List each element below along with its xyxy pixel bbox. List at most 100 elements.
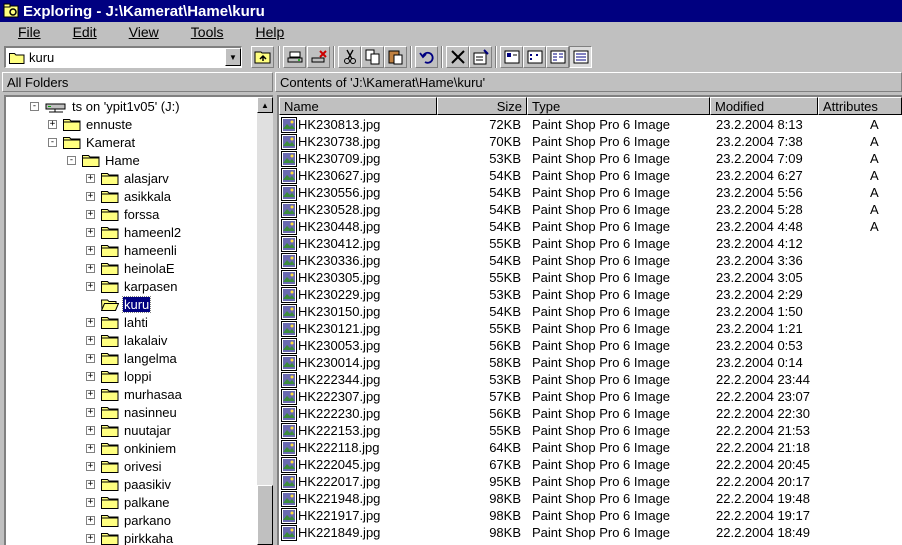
small-icons-view-button[interactable] bbox=[523, 46, 546, 68]
expand-icon[interactable]: + bbox=[86, 407, 95, 417]
tree-item-heinolae[interactable]: + heinolaE bbox=[86, 259, 176, 277]
expand-icon[interactable]: + bbox=[86, 191, 95, 201]
tree-item-pirkkaha[interactable]: + pirkkaha bbox=[86, 529, 174, 545]
expand-icon[interactable]: + bbox=[86, 461, 95, 471]
file-row[interactable]: HK222045.jpg 67KB Paint Shop Pro 6 Image 22… bbox=[279, 456, 902, 473]
tree-item-forssa[interactable]: + forssa bbox=[86, 205, 160, 223]
menu-file[interactable]: File bbox=[0, 24, 55, 40]
expand-icon[interactable]: + bbox=[48, 119, 57, 129]
folder-tree[interactable]: ▲ - ts on 'ypit1v05' (J:) + ennuste - Kamerat… bbox=[4, 95, 273, 545]
tree-item-ennuste[interactable]: + ennuste bbox=[48, 115, 133, 133]
column-header-size[interactable]: Size bbox=[437, 97, 527, 115]
large-icons-view-button[interactable] bbox=[500, 46, 523, 68]
tree-item-hameenli[interactable]: + hameenli bbox=[86, 241, 178, 259]
address-combo[interactable]: kuru ▼ bbox=[4, 46, 242, 68]
paste-button[interactable] bbox=[384, 46, 407, 68]
tree-item-lahti[interactable]: + lahti bbox=[86, 313, 149, 331]
expand-icon[interactable]: + bbox=[86, 317, 95, 327]
up-folder-button[interactable] bbox=[251, 46, 274, 68]
expand-icon[interactable]: + bbox=[86, 353, 95, 363]
file-row[interactable]: HK230448.jpg 54KB Paint Shop Pro 6 Image 23… bbox=[279, 218, 902, 235]
expand-icon[interactable]: + bbox=[86, 533, 95, 543]
file-row[interactable]: HK222307.jpg 57KB Paint Shop Pro 6 Image 22… bbox=[279, 388, 902, 405]
expand-icon[interactable]: + bbox=[86, 245, 95, 255]
list-view-button[interactable] bbox=[546, 46, 569, 68]
collapse-icon[interactable]: - bbox=[48, 137, 57, 147]
expand-icon[interactable]: + bbox=[86, 281, 95, 291]
tree-item-parkano[interactable]: + parkano bbox=[86, 511, 172, 529]
tree-item-langelma[interactable]: + langelma bbox=[86, 349, 178, 367]
file-list[interactable]: Name Size Type Modified Attributes HK230… bbox=[277, 95, 902, 545]
file-row[interactable]: HK230053.jpg 56KB Paint Shop Pro 6 Image 23… bbox=[279, 337, 902, 354]
map-drive-button[interactable] bbox=[283, 46, 306, 68]
column-header-modified[interactable]: Modified bbox=[710, 97, 818, 115]
menu-view[interactable]: View bbox=[111, 24, 173, 40]
copy-button[interactable] bbox=[361, 46, 384, 68]
file-row[interactable]: HK230556.jpg 54KB Paint Shop Pro 6 Image 23… bbox=[279, 184, 902, 201]
file-row[interactable]: HK230813.jpg 72KB Paint Shop Pro 6 Image 23… bbox=[279, 116, 902, 133]
file-row[interactable]: HK230336.jpg 54KB Paint Shop Pro 6 Image 23… bbox=[279, 252, 902, 269]
cut-button[interactable] bbox=[338, 46, 361, 68]
tree-item-murhasaa[interactable]: + murhasaa bbox=[86, 385, 183, 403]
tree-item-asikkala[interactable]: + asikkala bbox=[86, 187, 172, 205]
properties-button[interactable] bbox=[469, 46, 492, 68]
file-row[interactable]: HK222344.jpg 53KB Paint Shop Pro 6 Image 22… bbox=[279, 371, 902, 388]
delete-button[interactable] bbox=[446, 46, 469, 68]
tree-item-ts-on-ypit1v05-j-[interactable]: - ts on 'ypit1v05' (J:) bbox=[30, 97, 181, 115]
tree-item-palkane[interactable]: + palkane bbox=[86, 493, 171, 511]
tree-scrollbar[interactable]: ▲ bbox=[257, 97, 273, 545]
expand-icon[interactable]: + bbox=[86, 263, 95, 273]
tree-item-orivesi[interactable]: + orivesi bbox=[86, 457, 163, 475]
column-header-type[interactable]: Type bbox=[527, 97, 710, 115]
file-row[interactable]: HK222118.jpg 64KB Paint Shop Pro 6 Image 22… bbox=[279, 439, 902, 456]
file-row[interactable]: HK230738.jpg 70KB Paint Shop Pro 6 Image 23… bbox=[279, 133, 902, 150]
file-row[interactable]: HK230528.jpg 54KB Paint Shop Pro 6 Image 23… bbox=[279, 201, 902, 218]
file-row[interactable]: HK230305.jpg 55KB Paint Shop Pro 6 Image 23… bbox=[279, 269, 902, 286]
menu-edit[interactable]: Edit bbox=[55, 24, 111, 40]
expand-icon[interactable]: + bbox=[86, 497, 95, 507]
disconnect-drive-button[interactable] bbox=[307, 46, 330, 68]
expand-icon[interactable]: + bbox=[86, 425, 95, 435]
expand-icon[interactable]: + bbox=[86, 371, 95, 381]
tree-item-paasikiv[interactable]: + paasikiv bbox=[86, 475, 172, 493]
scrollbar-thumb[interactable] bbox=[257, 485, 273, 545]
file-row[interactable]: HK230412.jpg 55KB Paint Shop Pro 6 Image 23… bbox=[279, 235, 902, 252]
scroll-up-icon[interactable]: ▲ bbox=[257, 97, 273, 113]
tree-item-karpasen[interactable]: + karpasen bbox=[86, 277, 178, 295]
menu-help[interactable]: Help bbox=[237, 24, 298, 40]
menu-tools[interactable]: Tools bbox=[173, 24, 238, 40]
file-row[interactable]: HK230014.jpg 58KB Paint Shop Pro 6 Image 23… bbox=[279, 354, 902, 371]
file-row[interactable]: HK222017.jpg 95KB Paint Shop Pro 6 Image 22… bbox=[279, 473, 902, 490]
tree-item-lakalaiv[interactable]: + lakalaiv bbox=[86, 331, 168, 349]
file-row[interactable]: HK221849.jpg 98KB Paint Shop Pro 6 Image 22… bbox=[279, 524, 902, 541]
tree-item-hame[interactable]: - Hame bbox=[67, 151, 141, 169]
expand-icon[interactable]: + bbox=[86, 227, 95, 237]
expand-icon[interactable]: + bbox=[86, 335, 95, 345]
file-row[interactable]: HK230709.jpg 53KB Paint Shop Pro 6 Image 23… bbox=[279, 150, 902, 167]
file-row[interactable]: HK221917.jpg 98KB Paint Shop Pro 6 Image 22… bbox=[279, 507, 902, 524]
file-row[interactable]: HK222230.jpg 56KB Paint Shop Pro 6 Image 22… bbox=[279, 405, 902, 422]
file-row[interactable]: HK230150.jpg 54KB Paint Shop Pro 6 Image 23… bbox=[279, 303, 902, 320]
file-row[interactable]: HK230627.jpg 54KB Paint Shop Pro 6 Image 23… bbox=[279, 167, 902, 184]
file-row[interactable]: HK222153.jpg 55KB Paint Shop Pro 6 Image 22… bbox=[279, 422, 902, 439]
column-header-name[interactable]: Name bbox=[279, 97, 437, 115]
file-row[interactable]: HK230229.jpg 53KB Paint Shop Pro 6 Image 23… bbox=[279, 286, 902, 303]
file-row[interactable]: HK221948.jpg 98KB Paint Shop Pro 6 Image 22… bbox=[279, 490, 902, 507]
tree-item-onkiniem[interactable]: + onkiniem bbox=[86, 439, 177, 457]
tree-item-nuutajar[interactable]: + nuutajar bbox=[86, 421, 172, 439]
expand-icon[interactable]: + bbox=[86, 515, 95, 525]
column-header-attributes[interactable]: Attributes bbox=[818, 97, 902, 115]
tree-item-nasinneu[interactable]: + nasinneu bbox=[86, 403, 178, 421]
collapse-icon[interactable]: - bbox=[67, 155, 76, 165]
expand-icon[interactable]: + bbox=[86, 389, 95, 399]
tree-item-kuru[interactable]: kuru bbox=[86, 295, 152, 313]
undo-button[interactable] bbox=[415, 46, 438, 68]
explorer-app-icon[interactable] bbox=[3, 3, 19, 19]
collapse-icon[interactable]: - bbox=[30, 101, 39, 111]
file-row[interactable]: HK230121.jpg 55KB Paint Shop Pro 6 Image 23… bbox=[279, 320, 902, 337]
tree-item-kamerat[interactable]: - Kamerat bbox=[48, 133, 136, 151]
tree-item-alasjarv[interactable]: + alasjarv bbox=[86, 169, 170, 187]
tree-item-hameenl2[interactable]: + hameenl2 bbox=[86, 223, 182, 241]
expand-icon[interactable]: + bbox=[86, 479, 95, 489]
expand-icon[interactable]: + bbox=[86, 173, 95, 183]
